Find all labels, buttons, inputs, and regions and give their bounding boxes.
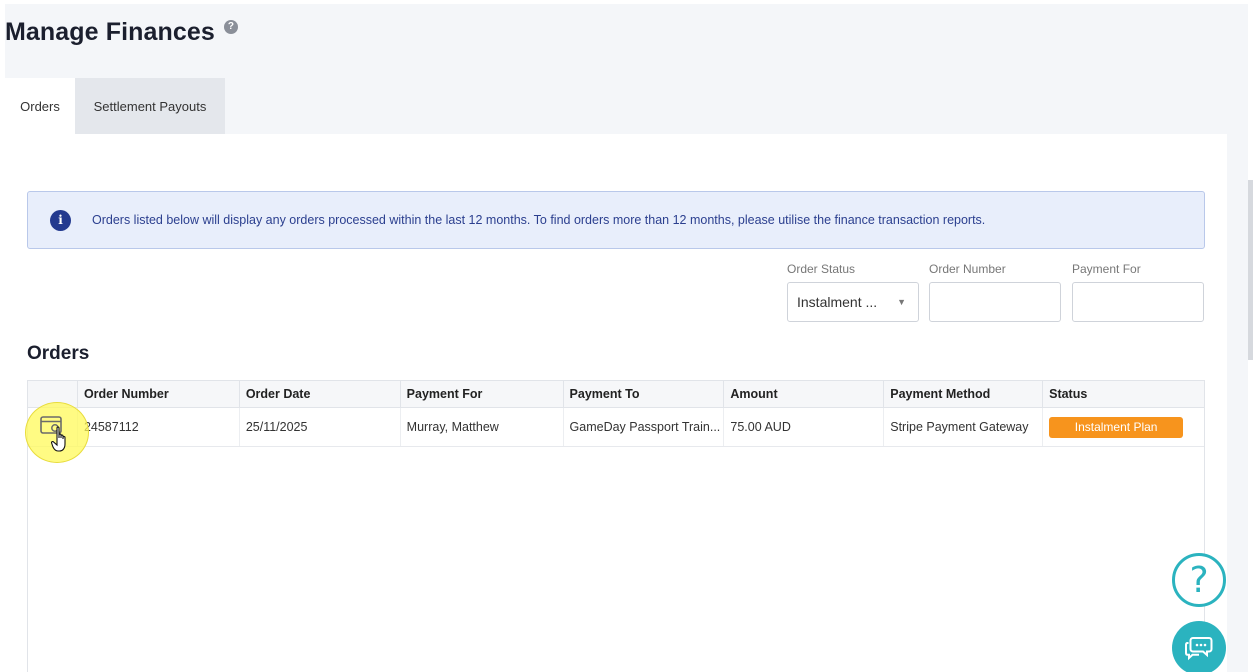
page-title: Manage Finances xyxy=(5,18,215,46)
chat-icon xyxy=(1185,637,1213,661)
column-header-amount[interactable]: Amount xyxy=(724,381,885,407)
page-header: Manage Finances ? xyxy=(5,18,238,47)
cell-payment-to: GameDay Passport Train... xyxy=(564,408,725,446)
orders-table: Order Number Order Date Payment For Paym… xyxy=(27,380,1205,672)
hand-pointer-icon xyxy=(51,426,66,452)
order-number-filter: Order Number xyxy=(929,262,1061,322)
question-mark-icon: ? xyxy=(1189,559,1209,601)
order-status-label: Order Status xyxy=(787,262,856,276)
cell-order-date: 25/11/2025 xyxy=(240,408,401,446)
help-button[interactable]: ? xyxy=(1172,553,1226,607)
cell-order-number: 24587112 xyxy=(78,408,240,446)
info-banner: i Orders listed below will display any o… xyxy=(27,191,1205,249)
order-number-label: Order Number xyxy=(929,262,1006,276)
column-header-payment-for[interactable]: Payment For xyxy=(401,381,564,407)
info-icon: i xyxy=(50,209,71,231)
tab-orders[interactable]: Orders xyxy=(5,78,75,134)
payment-for-filter: Payment For xyxy=(1072,262,1204,322)
status-badge: Instalment Plan xyxy=(1049,416,1184,438)
column-header-payment-to[interactable]: Payment To xyxy=(564,381,725,407)
help-icon[interactable]: ? xyxy=(223,19,238,34)
table-header: Order Number Order Date Payment For Paym… xyxy=(28,381,1204,408)
table-row[interactable]: 24587112 25/11/2025 Murray, Matthew Game… xyxy=(28,408,1204,447)
payment-for-label: Payment For xyxy=(1072,262,1141,276)
chat-button[interactable] xyxy=(1172,621,1226,672)
column-header-order-number[interactable]: Order Number xyxy=(78,381,240,407)
order-status-filter: Order Status Instalment ... ▼ xyxy=(787,262,919,322)
info-banner-text: Orders listed below will display any ord… xyxy=(92,213,986,227)
order-number-input[interactable] xyxy=(929,282,1061,322)
tab-settlement-payouts[interactable]: Settlement Payouts xyxy=(75,78,225,134)
page-scrollbar[interactable] xyxy=(1248,180,1253,360)
orders-section-title: Orders xyxy=(27,343,90,364)
column-header-payment-method[interactable]: Payment Method xyxy=(884,381,1044,407)
chevron-down-icon: ▼ xyxy=(897,297,906,307)
column-header-status[interactable]: Status xyxy=(1043,381,1204,407)
cell-status: Instalment Plan xyxy=(1043,408,1204,446)
cell-amount: 75.00 AUD xyxy=(724,408,885,446)
column-header-order-date[interactable]: Order Date xyxy=(240,381,401,407)
cell-payment-for: Murray, Matthew xyxy=(401,408,564,446)
payment-for-input[interactable] xyxy=(1072,282,1204,322)
order-status-value: Instalment ... xyxy=(797,294,878,310)
cell-payment-method: Stripe Payment Gateway xyxy=(884,408,1044,446)
tab-bar: Orders Settlement Payouts xyxy=(5,78,225,134)
order-status-select[interactable]: Instalment ... ▼ xyxy=(787,282,919,322)
